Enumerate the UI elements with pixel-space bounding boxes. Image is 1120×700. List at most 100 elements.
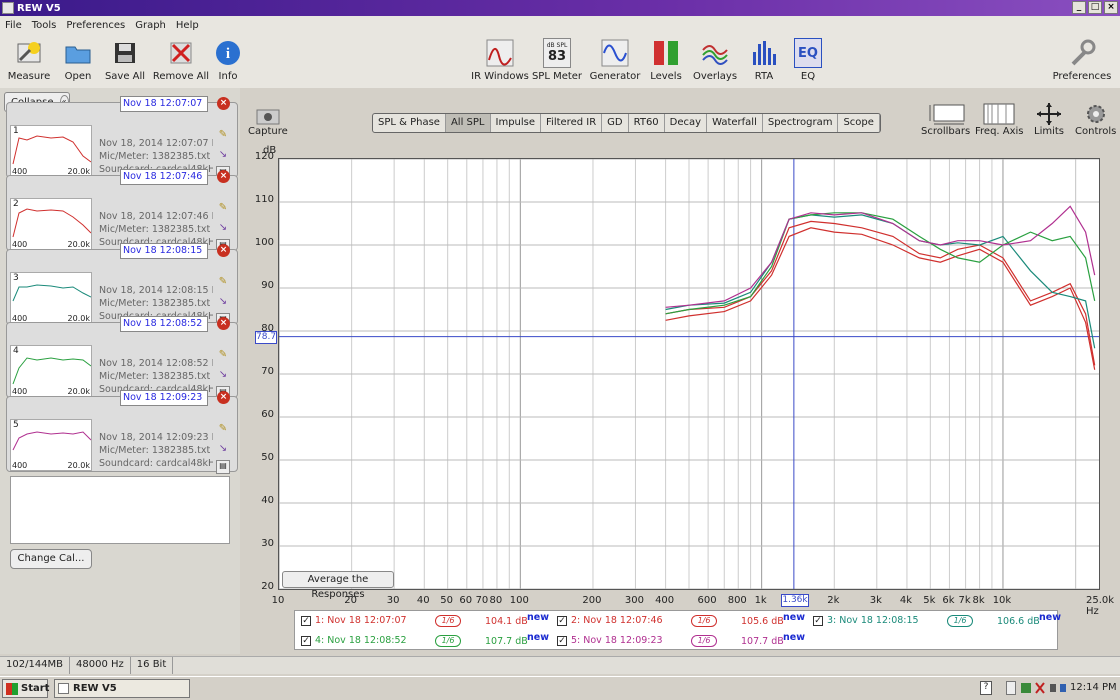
overlays-icon [700,38,730,68]
thumbnail-curve [12,357,92,385]
taskbar: Start REW V5 ? 12:14 PM [0,676,1120,700]
delete-measurement-icon[interactable]: × [217,244,230,257]
edit-icon[interactable]: ✎ [216,129,230,143]
spl-graph[interactable] [278,158,1100,590]
minimize-button[interactable]: _ [1072,1,1086,14]
help-tray-icon[interactable]: ? [980,681,992,695]
thumbnail-curve [12,431,92,451]
limits-arrows-icon [1034,102,1064,126]
menu-help[interactable]: Help [171,20,204,31]
measurement-item[interactable]: Nov 18 12:09:23 × 5 400 20.0k Nov 18, 2014 12… [4,390,238,478]
measurement-name-field[interactable]: Nov 18 12:08:52 [120,316,208,332]
limits-button[interactable]: Limits [1034,102,1064,137]
preferences-label: Preferences [1052,71,1112,82]
menu-preferences[interactable]: Preferences [61,20,130,31]
close-button[interactable]: × [1104,1,1118,14]
x-tick-label: 8k [972,595,985,606]
legend-panel: ✓ 1: Nov 18 12:07:07 1/6 104.1 dB new ✓ 2: Nov… [294,610,1061,650]
status-bar: 102/144MB 48000 Hz 16 Bit [0,656,1120,674]
color-picker-icon[interactable]: ↘ [216,443,230,457]
tab-all-spl[interactable]: All SPL [445,114,491,132]
average-responses-button[interactable]: Average the Responses [282,571,394,600]
legend-new-badge: new [527,632,549,643]
color-picker-icon[interactable]: ↘ [216,222,230,236]
tray-separator [1006,681,1016,695]
x-tick-label: 30 [386,595,400,606]
notes-box[interactable] [10,476,230,544]
measurement-thumbnail[interactable]: 5 400 20.0k [10,419,92,471]
measurement-name-field[interactable]: Nov 18 12:07:46 [120,169,208,185]
spl-meter-icon: dB SPL 83 [543,38,571,68]
delete-measurement-icon[interactable]: × [217,391,230,404]
smoothing-button[interactable]: 1/6 [947,615,973,627]
smoothing-button[interactable]: 1/6 [691,615,717,627]
scrollbars-button[interactable]: Scrollbars [921,102,970,137]
tab-impulse[interactable]: Impulse [491,114,542,132]
legend-checkbox[interactable]: ✓ [813,616,823,626]
rew-app-icon [58,683,69,694]
legend-new-badge: new [1039,612,1061,623]
tab-spectrogram[interactable]: Spectrogram [763,114,839,132]
color-picker-icon[interactable]: ↘ [216,149,230,163]
taskbar-rew-button[interactable]: REW V5 [54,679,190,698]
folder-icon [63,38,93,68]
wrench-icon [1067,38,1097,68]
color-picker-icon[interactable]: ↘ [216,296,230,310]
x-tick-label: 25.0k Hz [1085,595,1115,617]
legend-checkbox[interactable]: ✓ [301,616,311,626]
ir-windows-button[interactable]: IR Windows [468,38,532,82]
tab-waterfall[interactable]: Waterfall [707,114,763,132]
freq-axis-button[interactable]: Freq. Axis [975,102,1024,137]
sample-rate-status: 48000 Hz [70,657,131,674]
maximize-button[interactable]: □ [1088,1,1102,14]
x-tick-label: 600 [697,595,717,606]
spl-meter-button[interactable]: dB SPL 83 SPL Meter [525,38,589,82]
scrollbars-label: Scrollbars [921,126,971,137]
eq-button[interactable]: EQ EQ [776,38,840,82]
y-tick-label: 120 [254,151,274,162]
tab-filtered-ir[interactable]: Filtered IR [541,114,603,132]
start-label: Start [21,683,50,694]
smoothing-button[interactable]: 1/6 [435,615,461,627]
info-button[interactable]: i Info [196,38,260,82]
tab-scope[interactable]: Scope [838,114,880,132]
measurement-date: Nov 18, 2014 12:07:07 PM [99,138,213,149]
delete-measurement-icon[interactable]: × [217,317,230,330]
save-all-button[interactable]: Save All [93,38,157,82]
tab-gd[interactable]: GD [602,114,629,132]
spl-meter-label: SPL Meter [531,71,583,82]
memory-status: 102/144MB [0,657,71,674]
smoothing-button[interactable]: 1/6 [435,635,461,647]
y-tick-label: 50 [261,452,274,463]
legend-checkbox[interactable]: ✓ [557,616,567,626]
start-button[interactable]: Start [2,679,50,698]
measurement-name-field[interactable]: Nov 18 12:09:23 [120,390,208,406]
legend-checkbox[interactable]: ✓ [557,636,567,646]
controls-button[interactable]: Controls [1075,102,1116,137]
menu-file[interactable]: File [0,20,27,31]
tab-spl-phase[interactable]: SPL & Phase [373,114,446,132]
measurement-name-field[interactable]: Nov 18 12:08:15 [120,243,208,259]
tab-rt60[interactable]: RT60 [629,114,665,132]
measurement-date: Nov 18, 2014 12:09:23 PM [99,432,213,443]
delete-measurement-icon[interactable]: × [217,170,230,183]
measurement-name-field[interactable]: Nov 18 12:07:07 [120,96,208,112]
change-cal-button[interactable]: Change Cal... [10,549,92,569]
delete-measurement-icon[interactable]: × [217,97,230,110]
smoothing-button[interactable]: 1/6 [691,635,717,647]
menu-graph[interactable]: Graph [130,20,171,31]
notes-icon[interactable]: ▤ [216,460,230,474]
x-tick-label: 2k [827,595,840,606]
menu-tools[interactable]: Tools [27,20,62,31]
tab-decay[interactable]: Decay [665,114,708,132]
thumbnail-min-label: 400 [12,461,28,470]
edit-icon[interactable]: ✎ [216,349,230,363]
edit-icon[interactable]: ✎ [216,276,230,290]
capture-button[interactable]: Capture [248,104,288,137]
color-picker-icon[interactable]: ↘ [216,369,230,383]
measurement-date: Nov 18, 2014 12:08:15 PM [99,285,213,296]
edit-icon[interactable]: ✎ [216,423,230,437]
legend-checkbox[interactable]: ✓ [301,636,311,646]
edit-icon[interactable]: ✎ [216,202,230,216]
preferences-button[interactable]: Preferences [1050,38,1114,82]
